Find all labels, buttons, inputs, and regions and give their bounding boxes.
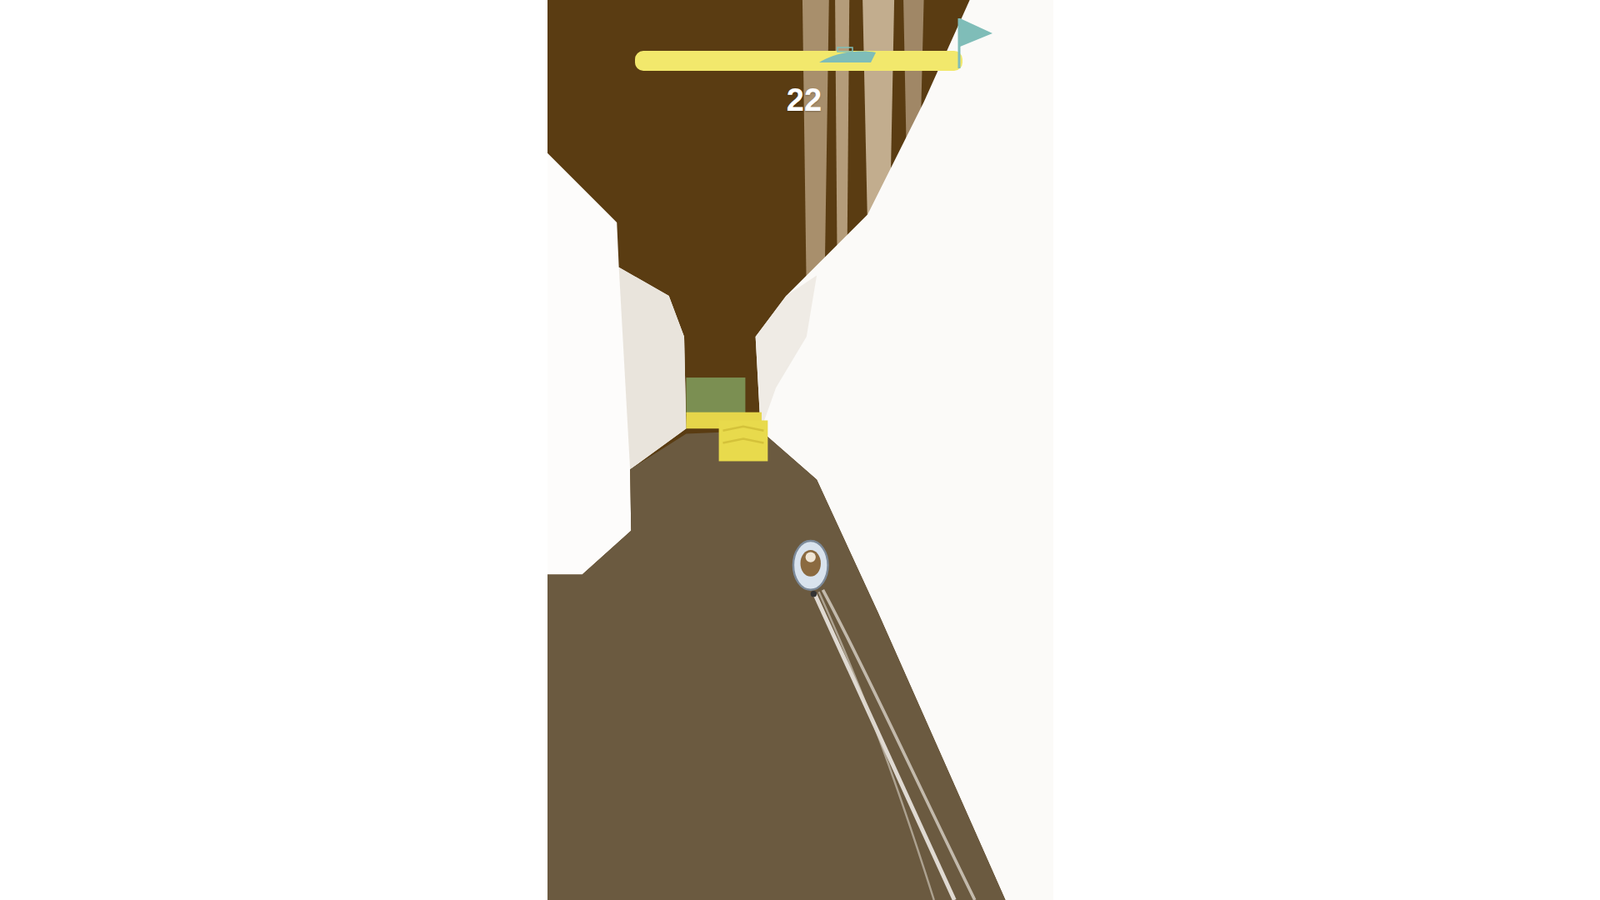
cave-background <box>547 0 1054 900</box>
page: 22 <box>0 0 1600 900</box>
game-view[interactable]: 22 <box>547 0 1054 900</box>
right-wall-shade <box>755 275 816 431</box>
ramp <box>685 412 768 462</box>
score: 22 <box>781 81 827 120</box>
finish-flag-icon <box>955 16 995 70</box>
road <box>547 430 1005 900</box>
progress-bar <box>635 50 963 71</box>
race-track-scene <box>547 0 1054 900</box>
left-wall-shade <box>618 267 686 470</box>
goal-block <box>685 377 745 415</box>
hud: 22 <box>547 0 1054 120</box>
wake-trail <box>814 590 975 900</box>
progress-row <box>547 16 1054 75</box>
boat-marker-icon <box>817 45 878 66</box>
boat-icon <box>792 540 828 597</box>
